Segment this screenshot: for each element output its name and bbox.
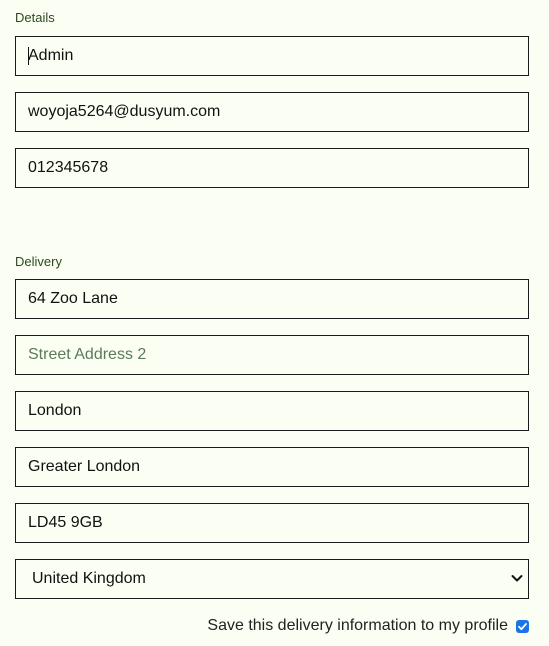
delivery-section-label: Delivery <box>15 254 62 269</box>
county-input[interactable] <box>15 447 529 487</box>
full-name-input[interactable] <box>15 36 529 76</box>
street-address-2-input[interactable] <box>15 335 529 375</box>
chevron-down-icon <box>511 575 523 582</box>
save-delivery-checkbox[interactable] <box>516 619 529 633</box>
email-input[interactable] <box>15 92 529 132</box>
phone-input[interactable] <box>15 148 529 188</box>
country-select[interactable]: United Kingdom <box>15 559 529 599</box>
city-input[interactable] <box>15 391 529 431</box>
checkmark-icon <box>518 622 527 630</box>
details-section-label: Details <box>15 10 55 25</box>
street-address-1-input[interactable] <box>15 279 529 319</box>
save-delivery-label: Save this delivery information to my pro… <box>207 617 508 634</box>
postcode-input[interactable] <box>15 503 529 543</box>
save-delivery-row: Save this delivery information to my pro… <box>207 617 529 635</box>
country-select-value: United Kingdom <box>15 559 529 599</box>
text-cursor <box>28 47 29 65</box>
